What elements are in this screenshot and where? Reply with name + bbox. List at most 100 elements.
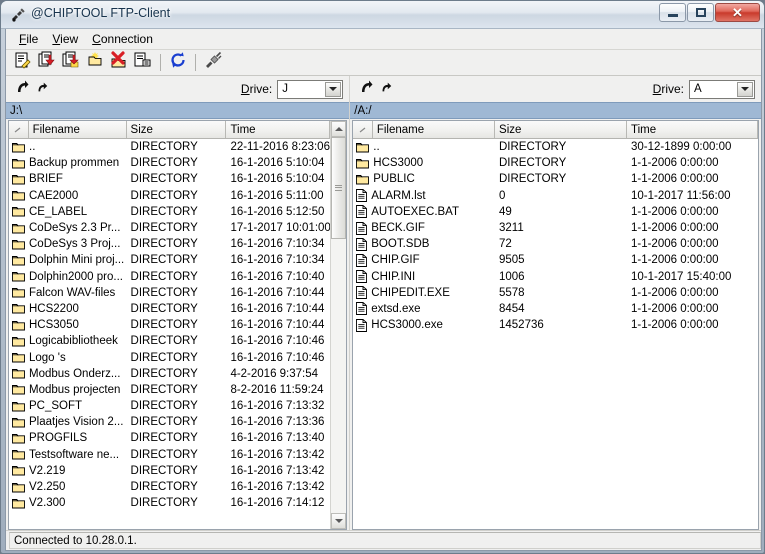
minimize-button[interactable] [659, 3, 686, 22]
table-row[interactable]: CHIP.GIF 9505 1-1-2006 0:00:00 [353, 252, 758, 268]
remote-drive-combobox[interactable]: A [689, 79, 755, 99]
file-icon [356, 221, 368, 235]
rename-file-button[interactable] [12, 52, 34, 74]
table-row[interactable]: extsd.exe 8454 1-1-2006 0:00:00 [353, 301, 758, 317]
table-row[interactable]: V2.250 DIRECTORY 16-1-2016 7:13:42 [9, 479, 330, 495]
table-row[interactable]: CoDeSys 2.3 Pr... DIRECTORY 17-1-2017 10:0… [9, 220, 330, 236]
table-row[interactable]: BRIEF DIRECTORY 16-1-2016 5:10:04 [9, 171, 330, 187]
remote-header-filename[interactable]: Filename [372, 121, 496, 138]
table-row[interactable]: Dolphin Mini proj... DIRECTORY 16-1-2016 7… [9, 252, 330, 268]
table-row[interactable]: Plaatjes Vision 2... DIRECTORY 16-1-2016 7… [9, 414, 330, 430]
table-row[interactable]: PC_SOFT DIRECTORY 16-1-2016 7:13:32 [9, 398, 330, 414]
upload-file-button[interactable] [60, 51, 82, 74]
file-name-cell: CHIP.GIF [353, 253, 495, 267]
local-drive-chevron-down-icon[interactable] [325, 81, 342, 97]
delete-file-button[interactable] [108, 51, 130, 74]
file-name-cell: CHIP.INI [353, 270, 495, 284]
table-row[interactable]: .. DIRECTORY 30-12-1899 0:00:00 [353, 139, 758, 155]
table-row[interactable]: Modbus projecten DIRECTORY 8-2-2016 11:59:… [9, 382, 330, 398]
close-button[interactable]: ✕ [715, 3, 760, 22]
menu-connection[interactable]: Connection [85, 30, 160, 48]
table-row[interactable]: V2.300 DIRECTORY 16-1-2016 7:14:12 [9, 495, 330, 511]
file-time-cell: 16-1-2016 7:13:40 [230, 432, 325, 445]
local-scroll-thumb[interactable] [331, 137, 347, 239]
file-size-cell: 0 [499, 189, 506, 202]
file-size-cell: DIRECTORY [130, 448, 198, 461]
file-name-text: Backup prommen [29, 157, 120, 170]
menu-view[interactable]: View [45, 30, 85, 48]
local-path-bar[interactable]: J:\ [6, 102, 350, 119]
file-name-text: PUBLIC [373, 173, 415, 186]
table-row[interactable]: PROGFILS DIRECTORY 16-1-2016 7:13:40 [9, 430, 330, 446]
table-row[interactable]: BECK.GIF 3211 1-1-2006 0:00:00 [353, 220, 758, 236]
folder-icon [12, 401, 25, 412]
file-time-cell: 1-1-2006 0:00:00 [630, 302, 719, 315]
file-name-cell: HCS3000.exe [353, 318, 495, 332]
local-scroll-down-button[interactable] [331, 513, 347, 529]
remote-header-time[interactable]: Time [627, 121, 758, 138]
local-header-time[interactable]: Time [226, 121, 331, 138]
table-row[interactable]: HCS3000.exe 1452736 1-1-2006 0:00:00 [353, 317, 758, 333]
table-row[interactable]: AUTOEXEC.BAT 49 1-1-2006 0:00:00 [353, 204, 758, 220]
table-row[interactable]: HCS3050 DIRECTORY 16-1-2016 7:10:44 [9, 317, 330, 333]
scroll-grip-icon [335, 183, 343, 192]
table-row[interactable]: CHIPEDIT.EXE 5578 1-1-2006 0:00:00 [353, 285, 758, 301]
local-drive-selector: Drive: J [241, 79, 344, 99]
table-row[interactable]: Logicabibliotheek DIRECTORY 16-1-2016 7:10… [9, 333, 330, 349]
remote-nav-up-button[interactable] [376, 79, 396, 99]
remote-header-size[interactable]: Size [495, 121, 627, 138]
local-nav-up-button[interactable] [32, 79, 52, 99]
local-scroll-track[interactable] [331, 137, 347, 513]
file-size-cell: DIRECTORY [130, 416, 198, 429]
connect-button[interactable] [202, 51, 224, 74]
remote-path-bar[interactable]: /A:/ [350, 102, 761, 119]
file-name-cell: HCS3000 [353, 157, 495, 169]
table-row[interactable]: CE_LABEL DIRECTORY 16-1-2016 5:12:50 [9, 204, 330, 220]
file-time-cell: 16-1-2016 7:10:44 [230, 286, 325, 299]
local-header-size[interactable]: Size [126, 121, 227, 138]
table-row[interactable]: Modbus Onderz... DIRECTORY 4-2-2016 9:37:5… [9, 366, 330, 382]
table-row[interactable]: HCS3000 DIRECTORY 1-1-2006 0:00:00 [353, 155, 758, 171]
file-icon [356, 302, 368, 316]
menu-file[interactable]: File [12, 30, 45, 48]
remote-drive-chevron-down-icon[interactable] [737, 81, 753, 97]
table-row[interactable]: Testsoftware ne... DIRECTORY 16-1-2016 7:1… [9, 447, 330, 463]
refresh-button[interactable] [167, 52, 189, 74]
table-row[interactable]: BOOT.SDB 72 1-1-2006 0:00:00 [353, 236, 758, 252]
file-size-cell: 3211 [499, 222, 524, 235]
file-name-cell: CE_LABEL [9, 206, 127, 218]
folder-icon [356, 142, 370, 153]
file-time-cell: 16-1-2016 7:10:34 [230, 238, 325, 251]
table-row[interactable]: PUBLIC DIRECTORY 1-1-2006 0:00:00 [353, 171, 758, 187]
local-header-sort[interactable] [9, 121, 29, 138]
file-properties-button[interactable] [132, 52, 154, 74]
table-row[interactable]: Backup prommen DIRECTORY 16-1-2016 5:10:04 [9, 155, 330, 171]
table-row[interactable]: .. DIRECTORY 22-11-2016 8:23:06 [9, 139, 330, 155]
table-row[interactable]: Falcon WAV-files DIRECTORY 16-1-2016 7:10:… [9, 285, 330, 301]
table-row[interactable]: CAE2000 DIRECTORY 16-1-2016 5:11:00 [9, 188, 330, 204]
local-scroll-up-button[interactable] [331, 121, 347, 137]
file-size-cell: DIRECTORY [130, 432, 198, 445]
file-icon [356, 253, 368, 267]
local-vertical-scrollbar[interactable] [330, 121, 347, 529]
new-folder-button[interactable] [84, 52, 106, 74]
table-row[interactable]: ALARM.lst 0 10-1-2017 11:56:00 [353, 188, 758, 204]
table-row[interactable]: Logo 's DIRECTORY 16-1-2016 7:10:46 [9, 349, 330, 365]
remote-header-sort[interactable] [353, 121, 373, 138]
maximize-button[interactable] [687, 3, 714, 22]
download-file-button[interactable] [36, 51, 58, 74]
table-row[interactable]: CHIP.INI 1006 10-1-2017 15:40:00 [353, 269, 758, 285]
table-row[interactable]: CoDeSys 3 Proj... DIRECTORY 16-1-2016 7:10… [9, 236, 330, 252]
table-row[interactable]: HCS2200 DIRECTORY 16-1-2016 7:10:44 [9, 301, 330, 317]
folder-icon [12, 465, 25, 476]
remote-nav-back-button[interactable] [356, 79, 376, 99]
local-header-filename[interactable]: Filename [28, 121, 127, 138]
file-name-text: Logicabibliotheek [29, 335, 118, 348]
local-nav-back-button[interactable] [12, 79, 32, 99]
table-row[interactable]: Dolphin2000 pro... DIRECTORY 16-1-2016 7:1… [9, 269, 330, 285]
local-drive-combobox[interactable]: J [277, 79, 344, 99]
file-name-text: AUTOEXEC.BAT [371, 205, 460, 218]
table-row[interactable]: V2.219 DIRECTORY 16-1-2016 7:13:42 [9, 463, 330, 479]
file-name-cell: Backup prommen [9, 157, 127, 169]
folder-icon [12, 239, 25, 250]
